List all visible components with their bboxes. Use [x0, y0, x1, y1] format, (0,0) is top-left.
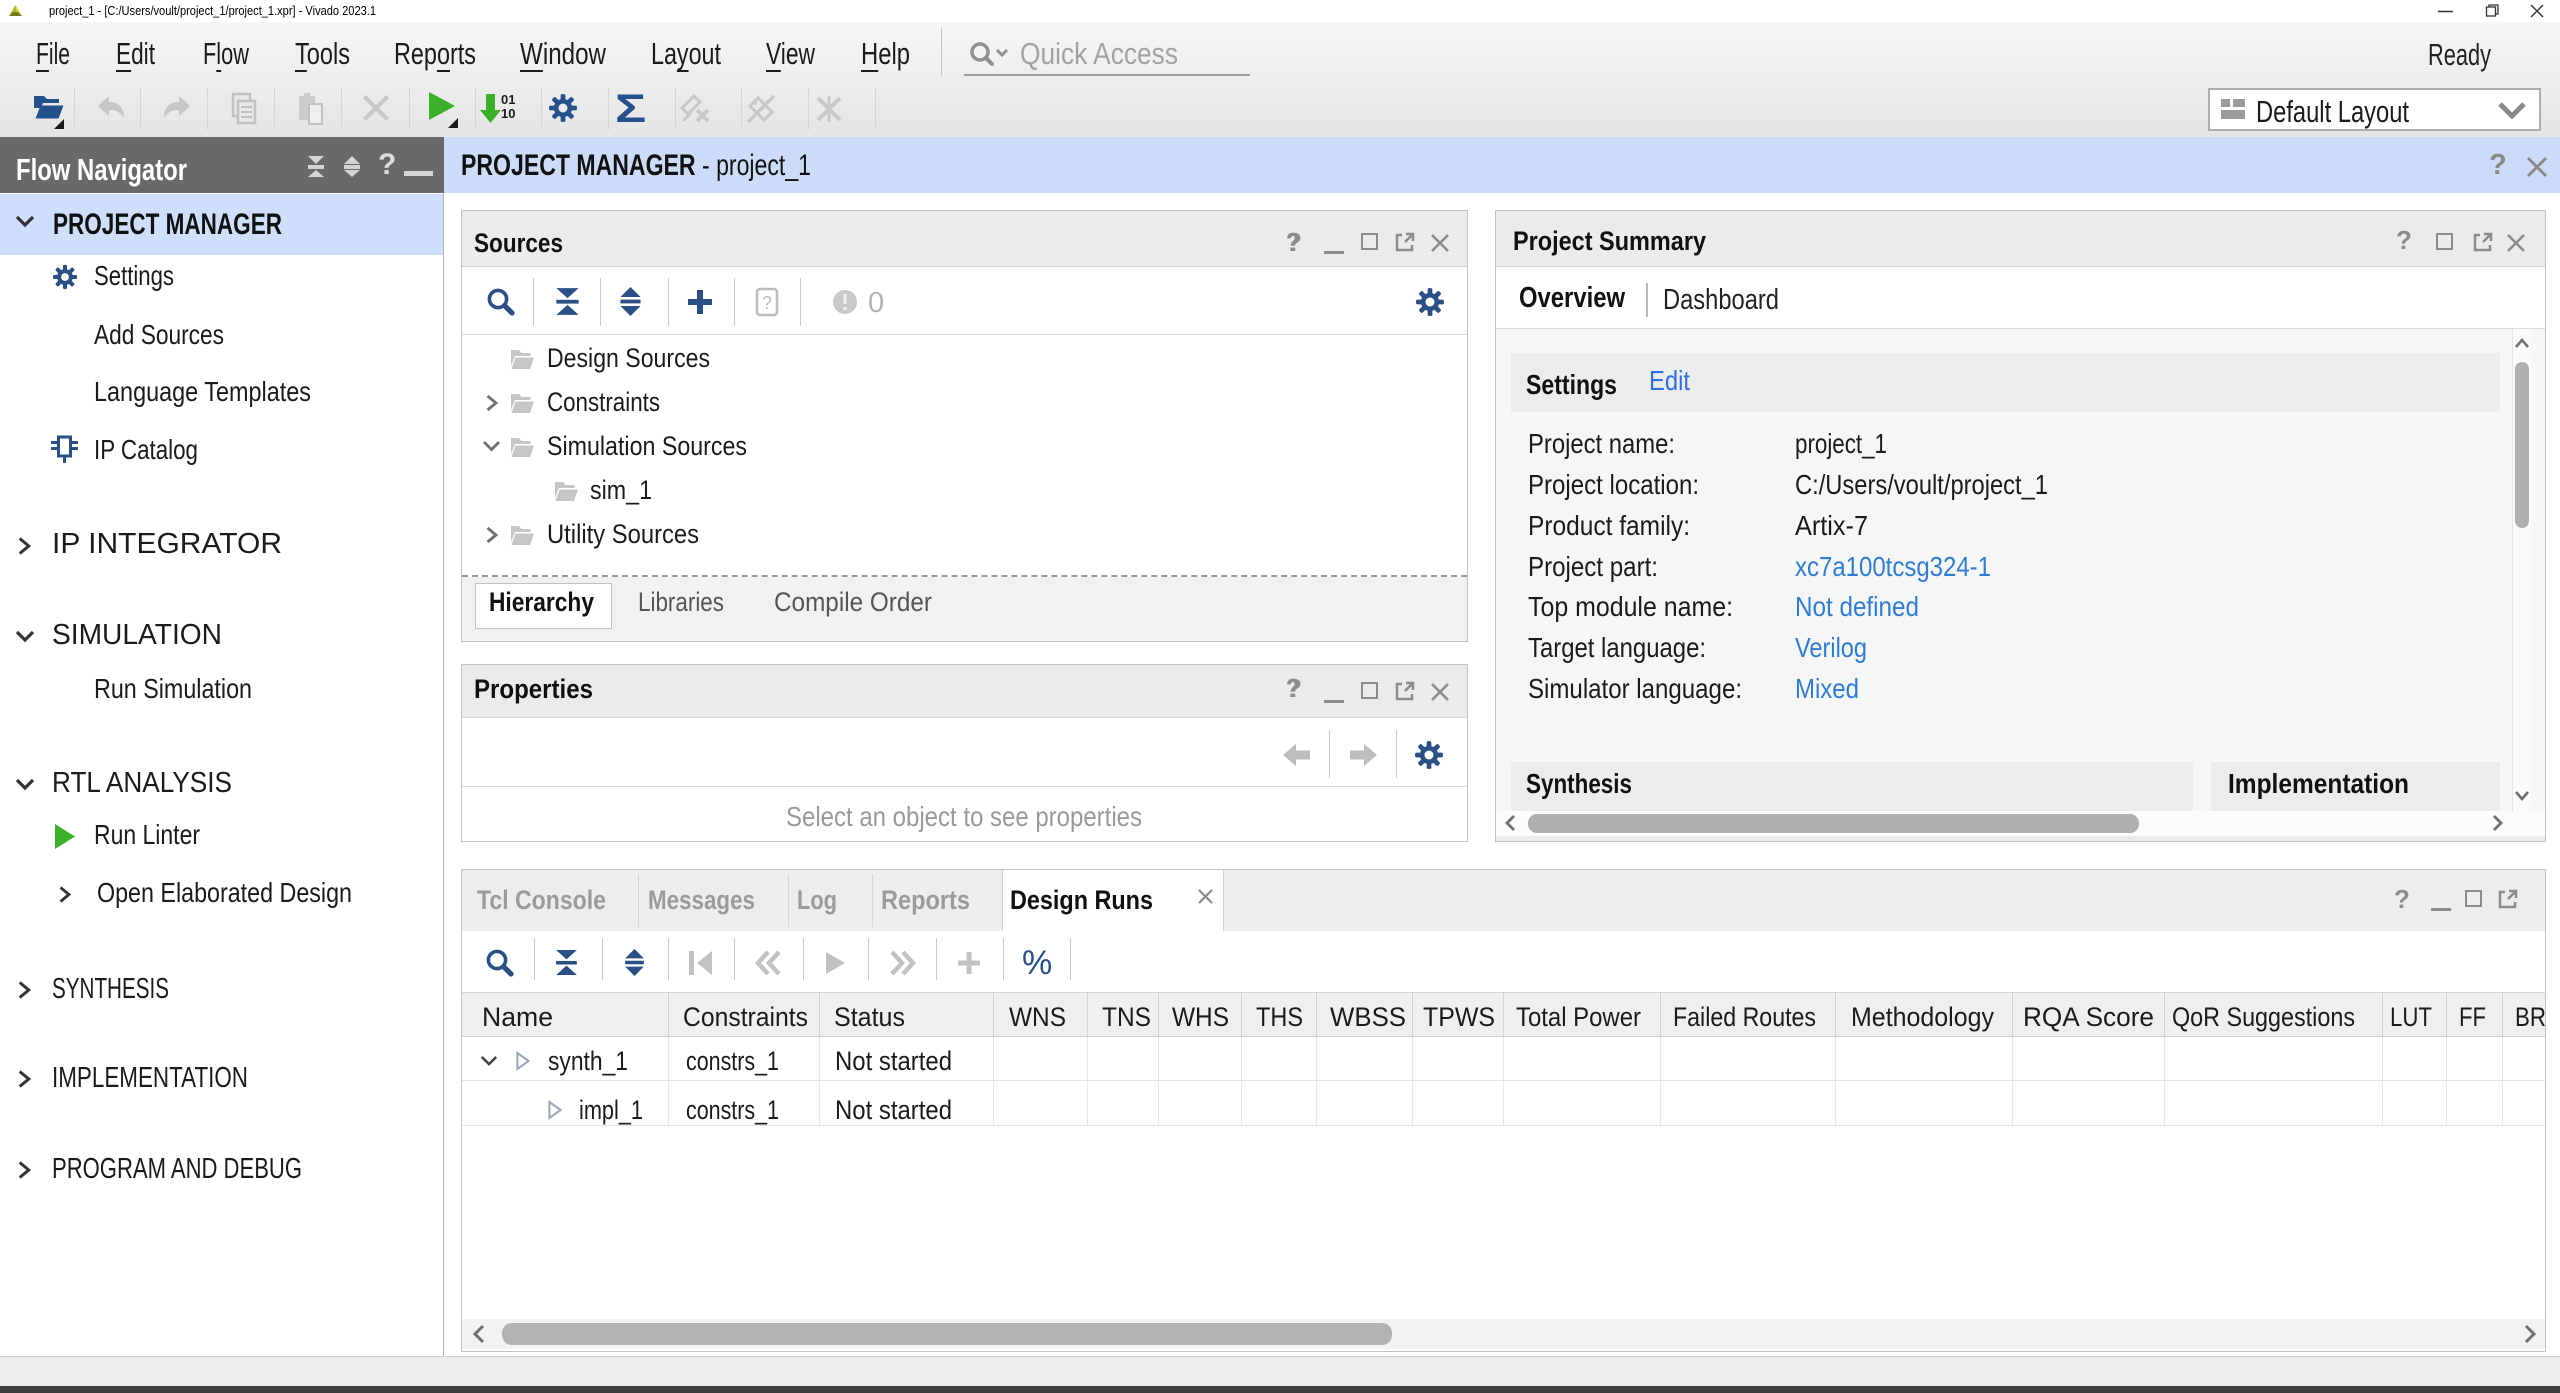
svg-text:?: ?	[762, 293, 772, 313]
svg-text:01: 01	[501, 92, 515, 107]
svg-text:10: 10	[501, 106, 515, 121]
